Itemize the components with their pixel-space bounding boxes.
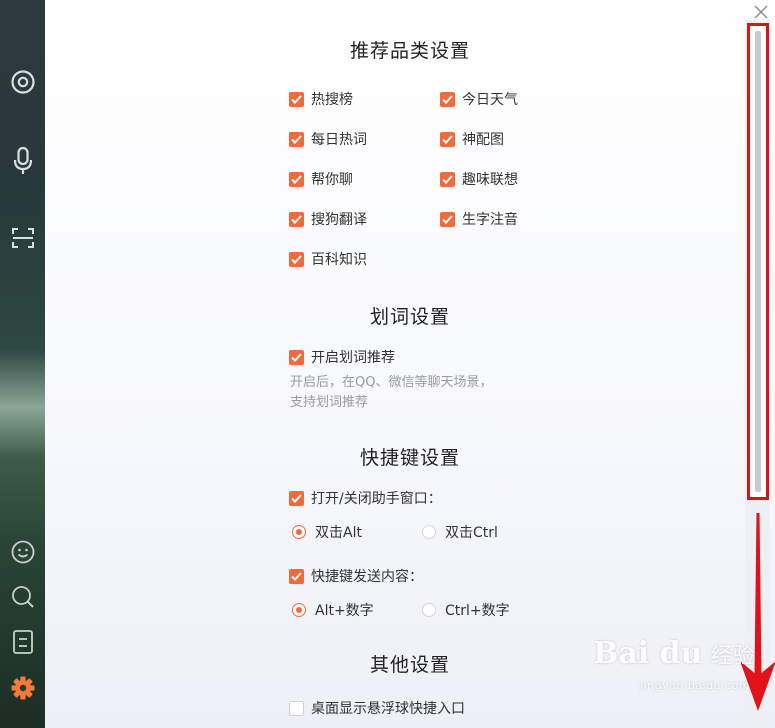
checkbox-checked-icon [289, 251, 304, 267]
checkbox-meme-images[interactable]: 神配图 [440, 129, 504, 149]
checkbox-label: 快捷键发送内容： [311, 569, 423, 585]
notebook-icon [12, 629, 33, 654]
gear-icon [11, 676, 34, 699]
checkbox-label: 生字注音 [462, 212, 518, 228]
radio-selected-icon [292, 525, 306, 539]
sidebar [0, 0, 45, 728]
radio-selected-icon [292, 603, 306, 617]
checkbox-unchecked-icon [289, 700, 304, 716]
microphone-icon [13, 146, 32, 174]
close-icon [754, 5, 768, 19]
radio-ctrl-number[interactable]: Ctrl+数字 [422, 600, 510, 620]
checkbox-toggle-window[interactable]: 打开/关闭助手窗口： [289, 488, 442, 508]
selection-hint: 开启后，在QQ、微信等聊天场景， 支持划词推荐 [290, 373, 550, 413]
checkbox-checked-icon [289, 568, 304, 584]
checkbox-fun-association[interactable]: 趣味联想 [440, 169, 518, 189]
checkbox-checked-icon [289, 349, 304, 365]
checkbox-checked-icon [440, 211, 455, 227]
scrollbar-thumb[interactable] [747, 23, 769, 500]
smile-icon [11, 540, 34, 563]
settings-panel: 推荐品类设置 热搜榜 今日天气 每日热词 神配图 帮你聊 趣味联想 搜狗翻译 生… [45, 0, 775, 728]
section-title-shortcut: 快捷键设置 [359, 447, 460, 469]
radio-label: 双击Ctrl [445, 525, 498, 541]
scrollbar-thumb-grip [755, 31, 761, 492]
baidu-jingyan-watermark: Bai du 经验 jingyan.baidu.com [590, 636, 770, 728]
watermark-brand: Bai du 经验 [593, 636, 754, 671]
selection-hint-line2: 支持划词推荐 [290, 395, 369, 410]
checkbox-label: 每日热词 [311, 132, 367, 148]
checkbox-today-weather[interactable]: 今日天气 [440, 89, 518, 109]
sidebar-settings-button[interactable] [6, 671, 39, 704]
checkbox-encyclopedia[interactable]: 百科知识 [289, 249, 367, 269]
radio-label: Alt+数字 [315, 603, 374, 619]
close-button[interactable] [751, 2, 771, 22]
checkbox-floating-ball[interactable]: 桌面显示悬浮球快捷入口 [289, 698, 465, 718]
selection-hint-line1: 开启后，在QQ、微信等聊天场景， [290, 375, 493, 390]
checkbox-label: 神配图 [462, 132, 504, 148]
sidebar-scan-button[interactable] [6, 221, 39, 254]
checkbox-checked-icon [289, 91, 304, 107]
checkbox-label: 趣味联想 [462, 172, 518, 188]
section-title-category: 推荐品类设置 [349, 40, 470, 62]
radio-double-alt[interactable]: 双击Alt [292, 522, 362, 542]
sidebar-emoji-button[interactable] [6, 535, 39, 568]
checkbox-label: 打开/关闭助手窗口： [311, 491, 442, 507]
search-icon [11, 585, 34, 608]
checkbox-enable-selection[interactable]: 开启划词推荐 [289, 347, 395, 367]
checkbox-label: 今日天气 [462, 92, 518, 108]
sidebar-notes-button[interactable] [6, 625, 39, 658]
checkbox-checked-icon [289, 211, 304, 227]
radio-unselected-icon [422, 525, 436, 539]
checkbox-sogou-translate[interactable]: 搜狗翻译 [289, 209, 367, 229]
checkbox-checked-icon [440, 91, 455, 107]
watermark-url: jingyan.baidu.com [640, 679, 751, 692]
checkbox-label: 搜狗翻译 [311, 212, 367, 228]
radio-label: 双击Alt [315, 525, 362, 541]
watermark-jingyan-text: 经验 [710, 643, 755, 669]
checkbox-checked-icon [289, 171, 304, 187]
checkbox-chat-helper[interactable]: 帮你聊 [289, 169, 353, 189]
checkbox-daily-words[interactable]: 每日热词 [289, 129, 367, 149]
checkbox-label: 桌面显示悬浮球快捷入口 [311, 701, 465, 717]
radio-alt-number[interactable]: Alt+数字 [292, 600, 374, 620]
checkbox-label: 热搜榜 [311, 92, 353, 108]
sidebar-search-button[interactable] [6, 580, 39, 613]
radio-unselected-icon [422, 603, 436, 617]
checkbox-checked-icon [440, 171, 455, 187]
radio-double-ctrl[interactable]: 双击Ctrl [422, 522, 498, 542]
sidebar-camera-button[interactable] [6, 65, 39, 98]
checkbox-pinyin-annotation[interactable]: 生字注音 [440, 209, 518, 229]
checkbox-checked-icon [440, 131, 455, 147]
checkbox-label: 百科知识 [311, 252, 367, 268]
section-title-selection: 划词设置 [369, 306, 450, 328]
watermark-brand-text: Bai du [593, 636, 703, 671]
scan-icon [11, 227, 34, 248]
checkbox-checked-icon [289, 490, 304, 506]
radio-label: Ctrl+数字 [445, 603, 510, 619]
checkbox-checked-icon [289, 131, 304, 147]
target-icon [10, 69, 35, 94]
sidebar-voice-button[interactable] [6, 144, 39, 177]
checkbox-label: 开启划词推荐 [311, 350, 395, 366]
checkbox-hot-search[interactable]: 热搜榜 [289, 89, 353, 109]
checkbox-label: 帮你聊 [311, 172, 353, 188]
checkbox-send-content[interactable]: 快捷键发送内容： [289, 566, 423, 586]
